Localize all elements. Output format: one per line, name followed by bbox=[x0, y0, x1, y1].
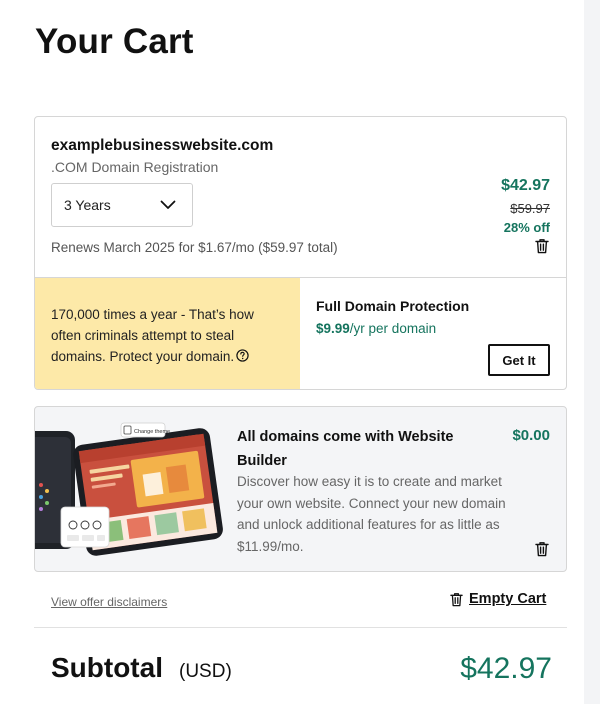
page-gutter bbox=[584, 0, 600, 704]
empty-cart-button[interactable]: Empty Cart bbox=[450, 591, 546, 607]
domain-cart-item: examplebusinesswebsite.com .COM Domain R… bbox=[34, 116, 567, 390]
subtotal-value: $42.97 bbox=[460, 652, 552, 685]
protection-title: Full Domain Protection bbox=[316, 298, 470, 314]
subtotal-label: Subtotal bbox=[51, 652, 163, 683]
term-select-value: 3 Years bbox=[64, 197, 111, 213]
protection-warning: 170,000 times a year - That’s how often … bbox=[35, 278, 300, 389]
trash-icon[interactable] bbox=[535, 541, 549, 557]
builder-price: $0.00 bbox=[512, 427, 550, 444]
builder-title: All domains come with Website Builder bbox=[237, 429, 454, 469]
builder-description: Discover how easy it is to create and ma… bbox=[237, 474, 506, 554]
info-icon[interactable] bbox=[236, 349, 249, 362]
item-price: $42.97 bbox=[501, 177, 550, 194]
discount-badge: 28% off bbox=[503, 220, 550, 235]
protection-price-value: $9.99 bbox=[316, 321, 350, 336]
protection-warning-text: 170,000 times a year - That’s how often … bbox=[51, 307, 254, 364]
protection-price-suffix: /yr per domain bbox=[349, 321, 437, 336]
protection-price: $9.99/yr per domain bbox=[316, 321, 436, 336]
get-it-button[interactable]: Get It bbox=[488, 344, 550, 376]
renewal-note: Renews March 2025 for $1.67/mo ($59.97 t… bbox=[51, 240, 338, 255]
item-original-price: $59.97 bbox=[510, 201, 550, 216]
chevron-down-icon bbox=[160, 200, 176, 209]
domain-name: examplebusinesswebsite.com bbox=[51, 137, 274, 154]
trash-icon bbox=[450, 592, 463, 606]
protection-offer: Full Domain Protection $9.99/yr per doma… bbox=[316, 278, 566, 389]
domain-product-type: .COM Domain Registration bbox=[51, 159, 219, 175]
subtotal-currency: (USD) bbox=[179, 661, 232, 682]
empty-cart-label: Empty Cart bbox=[469, 591, 547, 607]
term-select[interactable]: 3 Years bbox=[51, 183, 193, 227]
trash-icon[interactable] bbox=[535, 238, 549, 254]
page-title: Your Cart bbox=[35, 22, 194, 61]
divider bbox=[34, 627, 567, 628]
view-offer-disclaimers-link[interactable]: View offer disclaimers bbox=[51, 595, 167, 609]
website-builder-illustration: Change theme bbox=[35, 422, 223, 556]
domain-protection-upsell: 170,000 times a year - That’s how often … bbox=[35, 277, 566, 389]
builder-art-label: Change theme bbox=[134, 429, 170, 435]
website-builder-item: Change theme All domains come with Websi… bbox=[34, 406, 567, 572]
